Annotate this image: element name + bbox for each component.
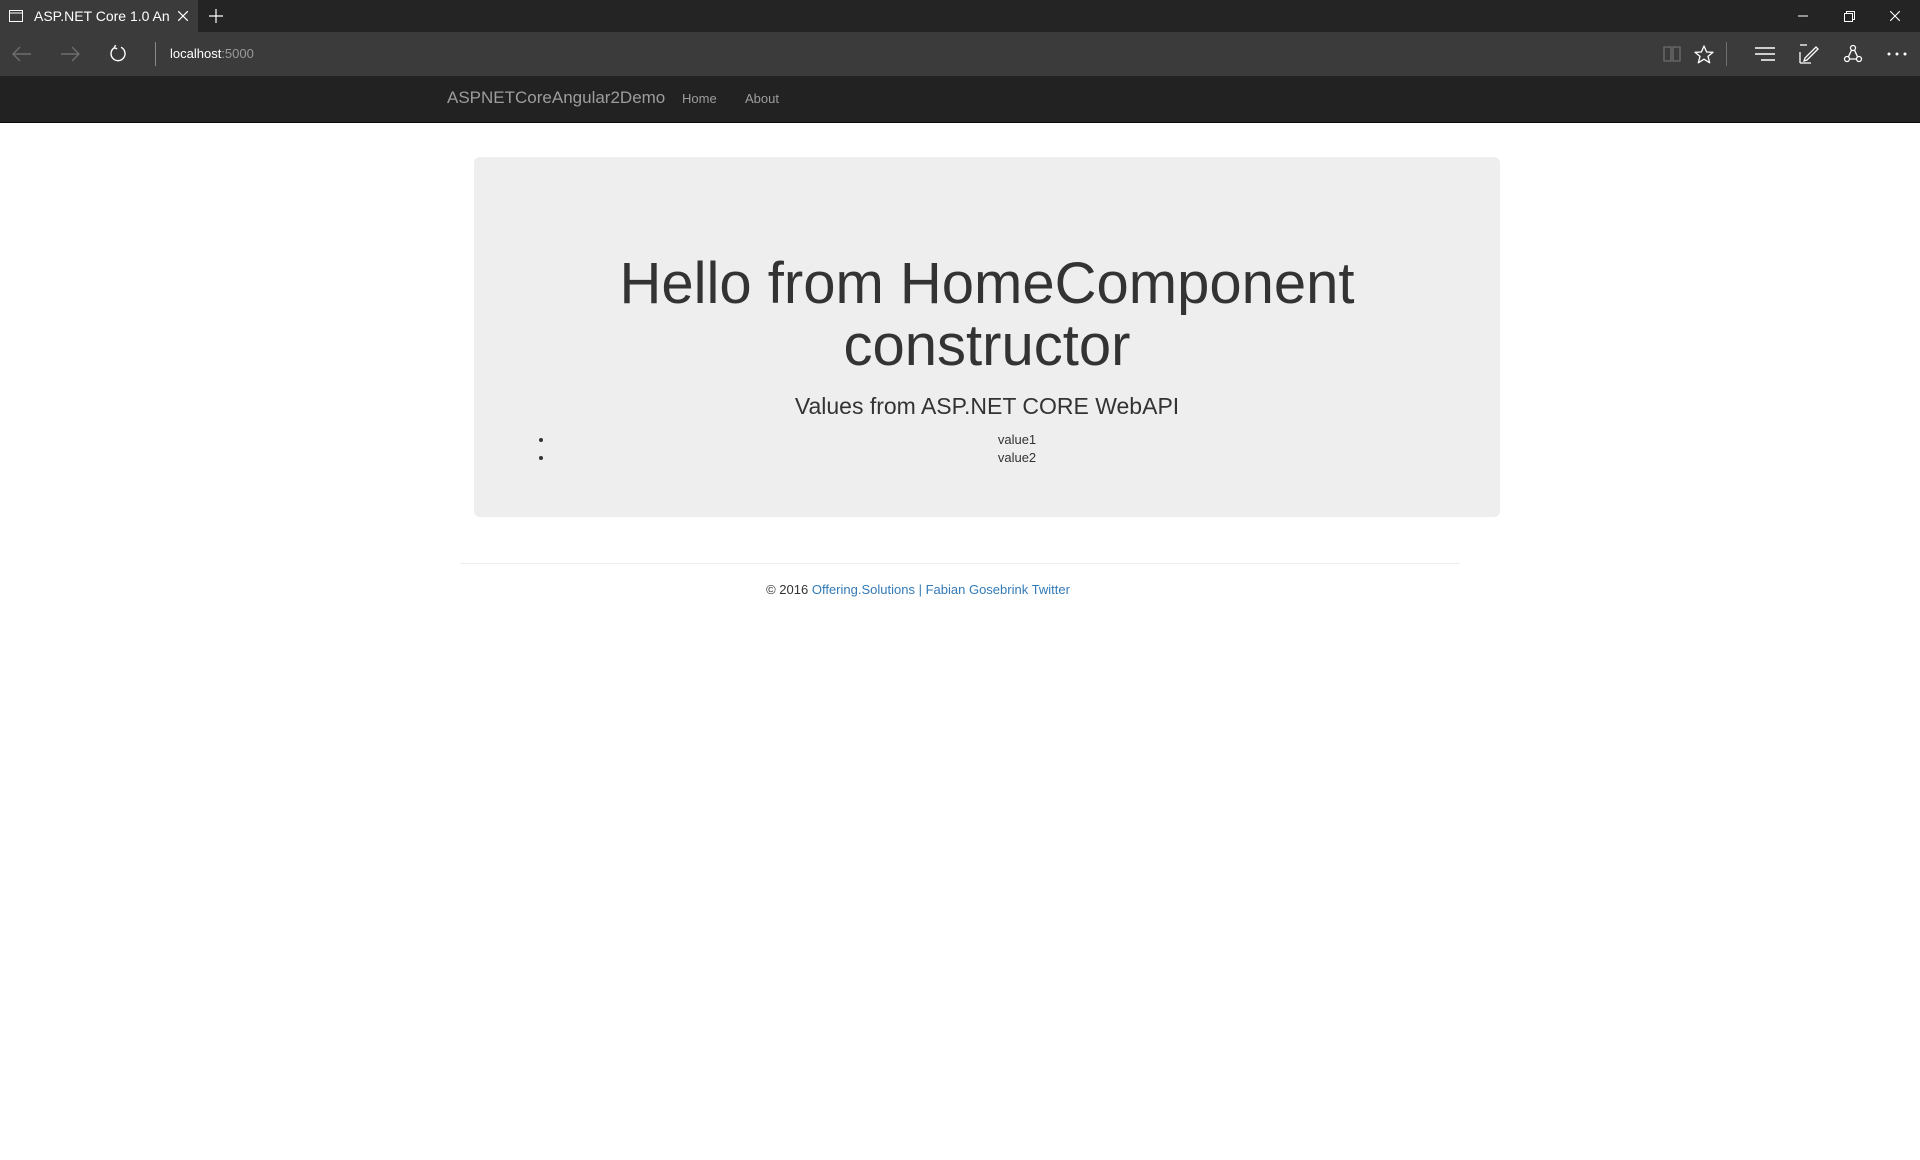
list-item: value1 xyxy=(554,431,1480,449)
site-navbar: ASPNETCoreAngular2Demo Home About xyxy=(0,76,1920,123)
page-title: Hello from HomeComponent constructor xyxy=(619,251,1355,378)
jumbotron: Hello from HomeComponent constructor Val… xyxy=(474,157,1500,517)
new-tab-icon[interactable] xyxy=(206,6,226,26)
forward-arrow-icon[interactable] xyxy=(56,40,84,68)
footer-link-fabian-gosebrink[interactable]: Fabian Gosebrink xyxy=(926,582,1029,597)
web-note-icon[interactable] xyxy=(1797,42,1821,66)
tab-title: ASP.NET Core 1.0 Angular 2 xyxy=(34,8,170,24)
hub-icon[interactable] xyxy=(1753,42,1777,66)
close-window-icon[interactable] xyxy=(1872,0,1918,32)
navbar-brand[interactable]: ASPNETCoreAngular2Demo xyxy=(447,88,665,108)
footer-separator: | xyxy=(918,582,922,597)
close-tab-icon[interactable] xyxy=(174,7,192,25)
page-subtitle: Values from ASP.NET CORE WebAPI xyxy=(794,393,1180,419)
footer: © 2016 Offering.Solutions | Fabian Goseb… xyxy=(0,582,1920,598)
share-icon[interactable] xyxy=(1841,42,1865,66)
list-item: value2 xyxy=(554,449,1480,467)
more-icon[interactable] xyxy=(1885,42,1909,66)
values-list: value1 value2 xyxy=(554,431,1480,467)
toolbar-divider xyxy=(1726,42,1727,66)
address-toolbar: localhost:5000 xyxy=(0,32,1920,76)
nav-item-about[interactable]: About xyxy=(745,91,779,106)
footer-copyright: © 2016 xyxy=(766,582,809,597)
refresh-icon[interactable] xyxy=(104,40,132,68)
browser-tab[interactable]: ASP.NET Core 1.0 Angular 2 xyxy=(0,0,198,32)
back-arrow-icon[interactable] xyxy=(8,40,36,68)
minimize-icon[interactable] xyxy=(1780,0,1826,32)
restore-icon[interactable] xyxy=(1826,0,1872,32)
address-field[interactable]: localhost:5000 xyxy=(170,45,254,63)
url-host: localhost xyxy=(170,46,222,61)
url-port: :5000 xyxy=(221,46,254,61)
footer-link-offering-solutions[interactable]: Offering.Solutions xyxy=(812,582,915,597)
footer-link-twitter[interactable]: Twitter xyxy=(1032,582,1070,597)
favorite-star-icon[interactable] xyxy=(1692,42,1716,66)
footer-divider xyxy=(460,563,1460,564)
address-divider xyxy=(155,42,156,66)
tab-bar: ASP.NET Core 1.0 Angular 2 xyxy=(0,0,1920,32)
nav-item-home[interactable]: Home xyxy=(682,91,717,106)
page-icon xyxy=(8,8,24,24)
reading-view-icon[interactable] xyxy=(1660,42,1684,66)
